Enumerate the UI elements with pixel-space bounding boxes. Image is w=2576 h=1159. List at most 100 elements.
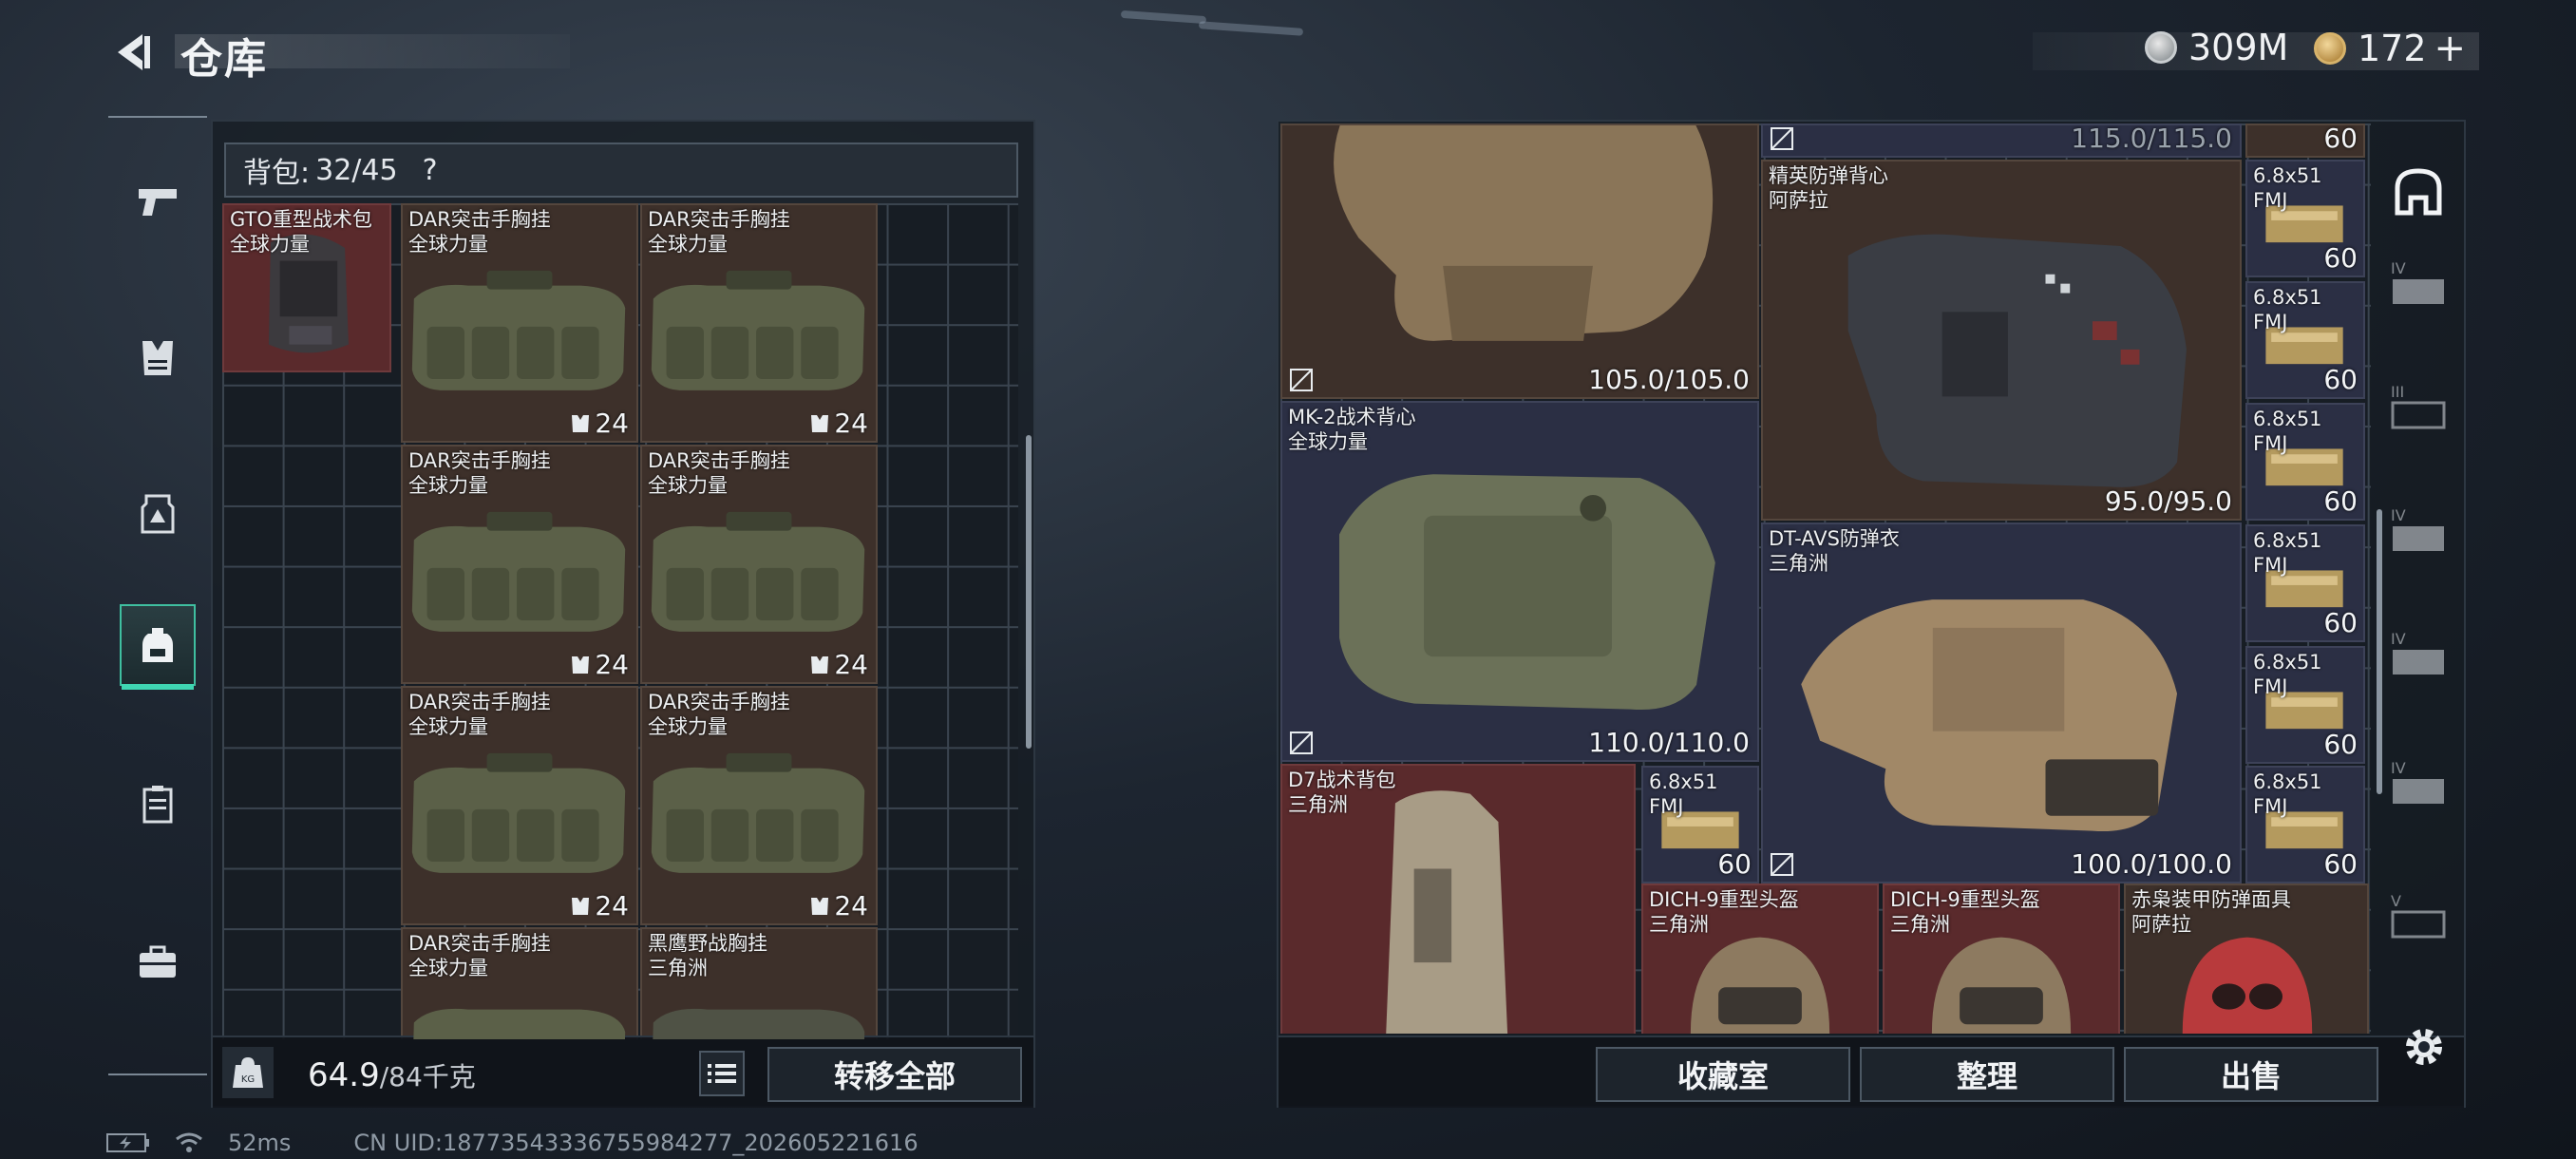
item-name: 6.8x51 FMJ: [2253, 286, 2322, 333]
storage-item[interactable]: MK-2战术背心 全球力量 110.0/110.0: [1280, 401, 1759, 762]
item-name: DAR突击手胸挂 全球力量: [648, 208, 790, 256]
storage-item[interactable]: DT-AVS防弹衣 三角洲 100.0/100.0: [1761, 522, 2242, 884]
sell-button[interactable]: 出售: [2124, 1047, 2378, 1102]
backpack-item[interactable]: DAR突击手胸挂 全球力量 24: [401, 203, 638, 443]
ammo-item[interactable]: 6.8x51 FMJ 60: [2245, 766, 2365, 884]
item-durability: 115.0/115.0: [2071, 124, 2232, 154]
ammo-item[interactable]: 6.8x51 FMJ 60: [2245, 281, 2365, 399]
armor-vest-image: [1334, 125, 1714, 341]
nav-vests[interactable]: [120, 317, 196, 399]
backpack-footer: KG 64.9/84千克 转移全部: [213, 1036, 1033, 1108]
ammo-count: 60: [1717, 848, 1752, 880]
storage-item[interactable]: DICH-9重型头盔 三角洲: [1641, 884, 1879, 1034]
tab-storage-iv-4[interactable]: IV: [2384, 749, 2453, 817]
storage-item[interactable]: 精英防弹背心 阿萨拉 95.0/95.0: [1761, 160, 2242, 521]
item-capacity: 24: [570, 649, 629, 680]
no-trade-icon: [1771, 853, 1793, 876]
storage-tabs: IV III IV IV IV V: [2375, 116, 2462, 1075]
ammo-item[interactable]: 6.8x51 FMJ 60: [1641, 766, 1759, 884]
svg-text:IV: IV: [2391, 259, 2406, 277]
ammo-item[interactable]: 6.8x51 FMJ 60: [2245, 403, 2365, 521]
item-name: DICH-9重型头盔 三角洲: [1890, 888, 2040, 936]
weight-display: 64.9/84千克: [308, 1056, 476, 1094]
storage-box-icon: IV: [2391, 759, 2444, 804]
item-name: 6.8x51 FMJ: [2253, 651, 2322, 698]
ammo-item[interactable]: 6.8x51 FMJ 60: [2245, 160, 2365, 277]
tab-storage-v[interactable]: V: [2384, 882, 2453, 950]
backpack-item[interactable]: DAR突击手胸挂 全球力量 24: [401, 686, 638, 925]
nav-cases[interactable]: [120, 764, 196, 846]
body-armor-icon: [141, 494, 175, 534]
chest-rig-small-icon: [572, 414, 590, 432]
transfer-all-button[interactable]: 转移全部: [767, 1047, 1022, 1102]
backpack-item[interactable]: DAR突击手胸挂 全球力量: [401, 927, 638, 1039]
storage-box-icon: IV: [2391, 630, 2444, 674]
item-durability: 100.0/100.0: [2071, 848, 2232, 880]
collection-room-button[interactable]: 收藏室: [1596, 1047, 1850, 1102]
top-bar: 仓库 309M 172 +: [0, 0, 2576, 104]
weight-icon: KG: [222, 1047, 274, 1098]
no-trade-icon: [1290, 732, 1313, 754]
add-gold-button[interactable]: +: [2434, 27, 2467, 70]
backpack-item[interactable]: DAR突击手胸挂 全球力量 24: [401, 445, 638, 684]
settings-button[interactable]: [2397, 1020, 2451, 1074]
ammo-item[interactable]: 6.8x51 FMJ 60: [2245, 646, 2365, 764]
sort-button[interactable]: 整理: [1860, 1047, 2114, 1102]
silver-amount: 309M: [2188, 27, 2289, 68]
storage-box-icon: V: [2391, 892, 2446, 939]
tab-storage-iv-2[interactable]: IV: [2384, 496, 2453, 564]
ammo-item[interactable]: 6.8x51 FMJ 60: [2245, 524, 2365, 642]
item-name: 赤枭装甲防弹面具 阿萨拉: [2131, 888, 2291, 936]
item-name: 精英防弹背心 阿萨拉: [1769, 164, 1888, 212]
backpack-scrollbar[interactable]: [1026, 435, 1032, 749]
help-button[interactable]: ?: [423, 154, 438, 187]
nav-armor[interactable]: [120, 473, 196, 555]
nav-weapons[interactable]: [120, 160, 196, 241]
storage-box-icon: III: [2391, 383, 2446, 429]
storage-item[interactable]: 105.0/105.0: [1280, 124, 1759, 399]
ammo-count: 60: [2323, 485, 2358, 517]
item-name: DAR突击手胸挂 全球力量: [648, 449, 790, 497]
weight-current: 64.9: [308, 1056, 380, 1094]
list-view-button[interactable]: [699, 1051, 745, 1096]
nav-supplies[interactable]: [120, 922, 196, 1003]
backpack-item[interactable]: DAR突击手胸挂 全球力量 24: [640, 445, 878, 684]
backpack-item[interactable]: DAR突击手胸挂 全球力量 24: [640, 203, 878, 443]
case-icon: [142, 786, 173, 824]
warehouse-icon: [2395, 168, 2442, 216]
svg-text:KG: KG: [241, 1074, 255, 1085]
nav-backpacks[interactable]: [120, 604, 196, 690]
storage-item[interactable]: DICH-9重型头盔 三角洲: [1883, 884, 2120, 1034]
battery-icon: [106, 1133, 149, 1152]
tab-storage-iv-3[interactable]: IV: [2384, 619, 2453, 688]
storage-box-icon: IV: [2391, 506, 2444, 551]
back-button[interactable]: [106, 27, 158, 78]
backpack-item[interactable]: 黑鹰野战胸挂 三角洲: [640, 927, 878, 1039]
item-name: GTO重型战术包 全球力量: [230, 208, 372, 256]
storage-item[interactable]: D7战术背包 三角洲: [1280, 764, 1636, 1034]
item-name: DT-AVS防弹衣 三角洲: [1769, 527, 1900, 575]
backpack-item[interactable]: GTO重型战术包 全球力量: [222, 203, 391, 372]
backpack-item[interactable]: DAR突击手胸挂 全球力量 24: [640, 686, 878, 925]
tab-storage-iv[interactable]: IV: [2384, 249, 2453, 317]
item-name: 黑鹰野战胸挂 三角洲: [648, 932, 767, 979]
storage-item[interactable]: 115.0/115.0: [1761, 124, 2242, 158]
storage-item[interactable]: 赤枭装甲防弹面具 阿萨拉: [2124, 884, 2369, 1034]
backpack-grid: GTO重型战术包 全球力量 DAR突击手胸挂 全球力量 24 DAR突击手胸挂 全球力…: [222, 203, 1018, 1039]
ammo-count: 60: [2323, 242, 2358, 274]
item-name: D7战术背包 三角洲: [1288, 769, 1396, 816]
item-name: DAR突击手胸挂 全球力量: [408, 208, 551, 256]
item-name: DAR突击手胸挂 全球力量: [648, 691, 790, 738]
gold-currency[interactable]: 172 +: [2314, 27, 2466, 70]
storage-grid: 105.0/105.0 115.0/115.0 精英防弹背心 阿萨拉 95.0/9…: [1280, 124, 2371, 1034]
uid-text: CN UID:18773543336755984277_202605221616: [353, 1130, 919, 1156]
ammo-item[interactable]: 60: [2245, 124, 2365, 158]
category-nav: [108, 116, 207, 1075]
tab-all-storage[interactable]: [2384, 158, 2453, 226]
chest-rig-small-icon: [572, 897, 590, 915]
backpack-panel: 背包: 32/45 ? GTO重型战术包 全球力量 DAR突击手胸挂 全球力量 24: [211, 120, 1035, 1108]
item-name: DAR突击手胸挂 全球力量: [408, 449, 551, 497]
backpack-capacity: 32/45: [315, 153, 398, 187]
tab-storage-iii[interactable]: III: [2384, 372, 2453, 441]
item-capacity: 24: [570, 408, 629, 439]
